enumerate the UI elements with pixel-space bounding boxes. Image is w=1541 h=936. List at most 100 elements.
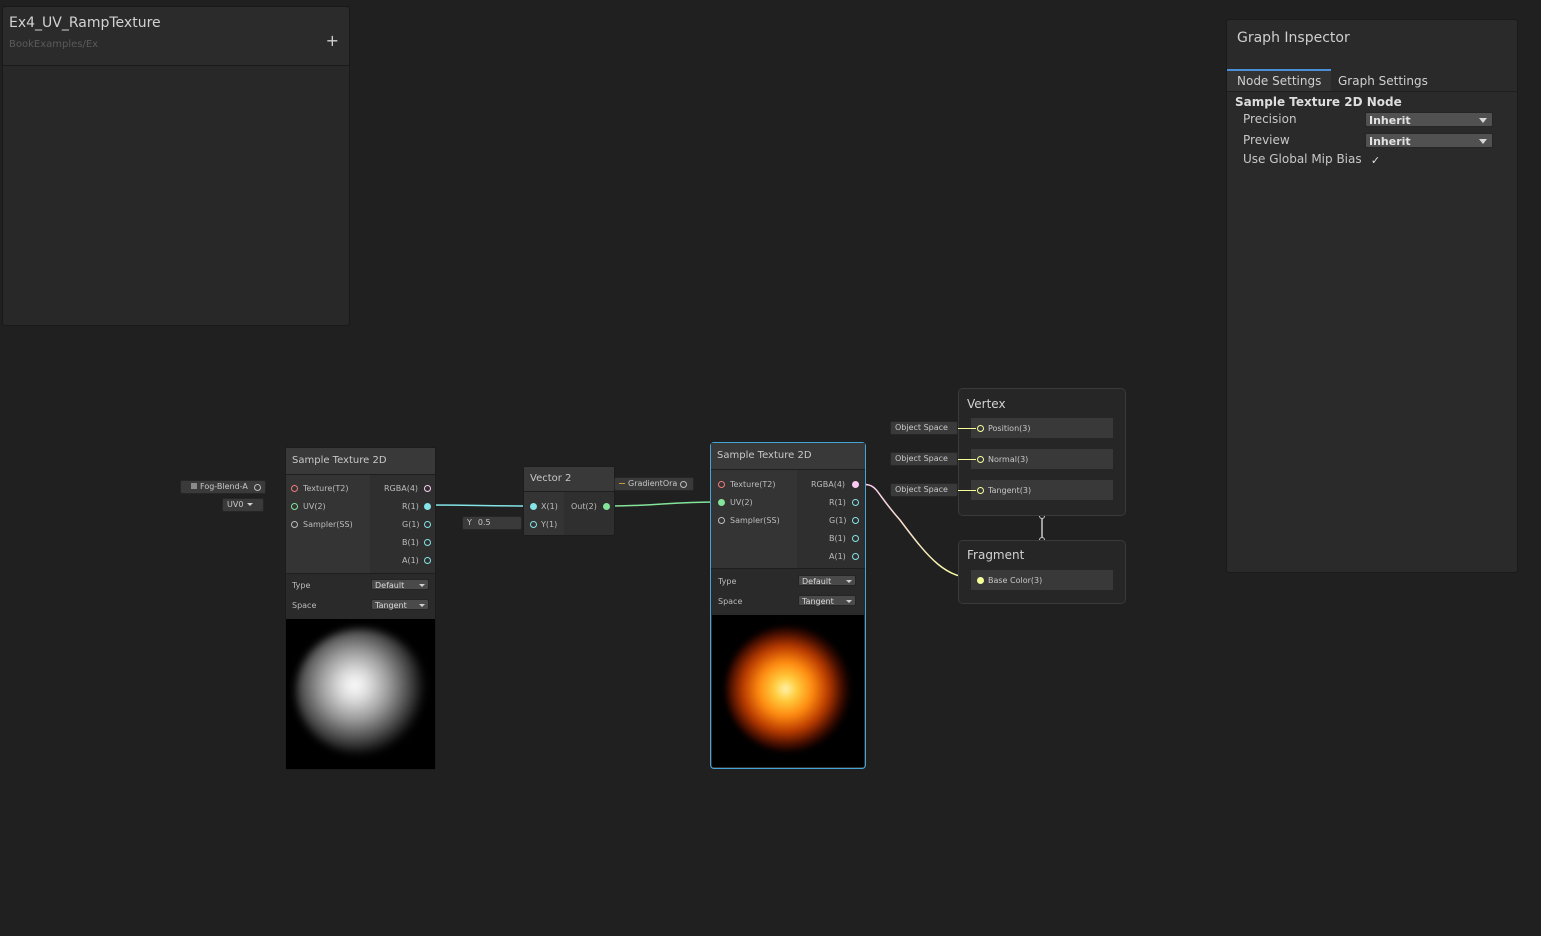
out-output-port[interactable] [603, 503, 610, 510]
graph-path[interactable]: BookExamples/Ex [9, 39, 98, 50]
y-value-field[interactable]: Y 0.5 [462, 516, 522, 530]
chevron-down-icon [247, 503, 254, 506]
texture-preview-image [286, 619, 435, 769]
preview-dropdown[interactable]: Inherit [1365, 133, 1493, 148]
out-output-label: Out(2) [571, 502, 597, 511]
texture-icon [619, 483, 625, 484]
normal-label: Normal(3) [988, 455, 1029, 464]
node-title: Vector 2 [524, 467, 614, 492]
inspector-title: Graph Inspector [1237, 30, 1350, 46]
tab-node-settings[interactable]: Node Settings [1227, 69, 1332, 91]
space-dropdown[interactable]: Tangent [798, 595, 856, 606]
texture-input-label: Texture(T2) [730, 480, 776, 489]
a-output-port[interactable] [424, 557, 431, 564]
normal-space-field[interactable]: Object Space [890, 452, 958, 466]
g-output-port[interactable] [852, 517, 859, 524]
sample-texture-node-right[interactable]: Sample Texture 2D Texture(T2) UV(2) Samp… [710, 442, 866, 769]
texture-preview-image [712, 615, 864, 767]
vertex-stack[interactable]: Vertex Position(3) Normal(3) Tangent(3) [958, 388, 1126, 516]
r-output-port[interactable] [424, 503, 431, 510]
tangent-block[interactable]: Tangent(3) [970, 479, 1114, 501]
tangent-input-port[interactable] [977, 487, 984, 494]
tangent-label: Tangent(3) [988, 486, 1032, 495]
blackboard-panel: Ex4_UV_RampTexture BookExamples/Ex + [2, 6, 350, 326]
rgba-output-port[interactable] [852, 481, 859, 488]
base-color-label: Base Color(3) [988, 576, 1043, 585]
vector2-node[interactable]: Vector 2 X(1) Y(1) Out(2) [523, 466, 615, 536]
object-picker-icon[interactable] [254, 484, 261, 491]
a-output-label: A(1) [829, 552, 846, 561]
tangent-space-field[interactable]: Object Space [890, 483, 958, 497]
space-label: Space [292, 601, 317, 610]
position-label: Position(3) [988, 424, 1031, 433]
sampler-input-label: Sampler(SS) [303, 520, 353, 529]
g-output-label: G(1) [829, 516, 847, 525]
uv-input-port[interactable] [718, 499, 725, 506]
type-label: Type [718, 577, 737, 586]
b-output-port[interactable] [852, 535, 859, 542]
wire-out-to-uv [605, 501, 721, 507]
base-color-input-port[interactable] [977, 577, 984, 584]
add-property-button[interactable]: + [326, 33, 339, 49]
texture-input-label: Texture(T2) [303, 484, 349, 493]
sampler-input-port[interactable] [291, 521, 298, 528]
uv-channel-field[interactable]: UV0 [222, 498, 264, 512]
a-output-port[interactable] [852, 553, 859, 560]
uv-input-port[interactable] [291, 503, 298, 510]
b-output-port[interactable] [424, 539, 431, 546]
blackboard-header: Ex4_UV_RampTexture BookExamples/Ex + [3, 7, 349, 66]
type-dropdown[interactable]: Default [371, 579, 429, 590]
normal-input-port[interactable] [977, 456, 984, 463]
chevron-down-icon [419, 604, 425, 607]
global-mip-bias-checkbox[interactable]: ✓ [1369, 154, 1382, 167]
precision-dropdown[interactable]: Inherit [1365, 112, 1493, 127]
x-input-port[interactable] [530, 503, 537, 510]
chevron-down-icon [846, 600, 852, 603]
type-dropdown[interactable]: Default [798, 575, 856, 586]
sampler-input-label: Sampler(SS) [730, 516, 780, 525]
texture-input-port[interactable] [291, 485, 298, 492]
g-output-port[interactable] [424, 521, 431, 528]
normal-link [958, 459, 976, 460]
tangent-link [958, 490, 976, 491]
b-output-label: B(1) [402, 538, 419, 547]
rgba-output-label: RGBA(4) [384, 484, 419, 493]
r-output-label: R(1) [829, 498, 846, 507]
fragment-stack[interactable]: Fragment Base Color(3) [958, 540, 1126, 604]
inspector-section-title: Sample Texture 2D Node [1235, 95, 1402, 109]
normal-block[interactable]: Normal(3) [970, 448, 1114, 470]
object-picker-icon[interactable] [680, 481, 687, 488]
x-input-label: X(1) [541, 502, 558, 511]
node-title: Sample Texture 2D [711, 443, 865, 470]
y-input-port[interactable] [530, 521, 537, 528]
fragment-title: Fragment [967, 548, 1025, 562]
sample-texture-node-left[interactable]: Sample Texture 2D Texture(T2) UV(2) Samp… [285, 447, 436, 770]
node-title: Sample Texture 2D [286, 448, 435, 475]
position-space-field[interactable]: Object Space [890, 421, 958, 435]
base-color-block[interactable]: Base Color(3) [970, 569, 1114, 591]
texture-input-port[interactable] [718, 481, 725, 488]
space-label: Space [718, 597, 743, 606]
position-block[interactable]: Position(3) [970, 417, 1114, 439]
type-label: Type [292, 581, 311, 590]
r-output-port[interactable] [852, 499, 859, 506]
g-output-label: G(1) [402, 520, 420, 529]
graph-title: Ex4_UV_RampTexture [9, 15, 161, 31]
wire-r-to-x [427, 504, 533, 507]
rgba-output-label: RGBA(4) [811, 480, 846, 489]
r-output-label: R(1) [402, 502, 419, 511]
chevron-down-icon [1479, 139, 1487, 144]
chevron-down-icon [1479, 118, 1487, 123]
inspector-tabs: Node Settings Graph Settings [1227, 69, 1517, 92]
uv-input-label: UV(2) [730, 498, 753, 507]
sampler-input-port[interactable] [718, 517, 725, 524]
vertex-title: Vertex [967, 397, 1006, 411]
texture-icon [191, 483, 197, 489]
tab-graph-settings[interactable]: Graph Settings [1328, 71, 1438, 91]
global-mip-bias-label: Use Global Mip Bias [1243, 152, 1362, 166]
position-input-port[interactable] [977, 425, 984, 432]
space-dropdown[interactable]: Tangent [371, 599, 429, 610]
graph-inspector: Graph Inspector Node Settings Graph Sett… [1226, 19, 1518, 573]
uv-input-label: UV(2) [303, 502, 326, 511]
rgba-output-port[interactable] [424, 485, 431, 492]
